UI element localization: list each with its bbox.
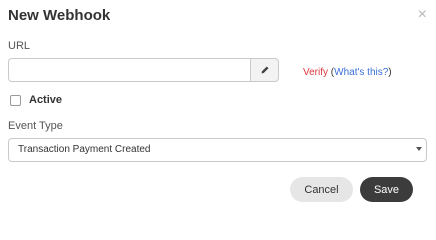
event-type-select[interactable]: Transaction Payment Created <box>8 138 427 162</box>
url-input[interactable] <box>8 58 250 82</box>
close-paren: ) <box>388 67 392 78</box>
whats-this-link[interactable]: What's this? <box>334 67 388 78</box>
active-checkbox[interactable] <box>10 95 21 106</box>
save-button[interactable]: Save <box>360 177 413 202</box>
new-webhook-dialog: New Webhook × URL Verify (What's this?) … <box>0 0 436 216</box>
verify-row: Verify (What's this?) <box>303 67 392 78</box>
active-label[interactable]: Active <box>29 94 62 106</box>
url-label: URL <box>8 40 31 52</box>
pencil-icon <box>261 66 268 74</box>
edit-url-button[interactable] <box>250 58 279 82</box>
event-type-selected-value: Transaction Payment Created <box>18 144 151 155</box>
verify-link[interactable]: Verify <box>303 67 328 78</box>
close-icon[interactable]: × <box>418 5 427 25</box>
chevron-down-icon <box>416 147 422 151</box>
cancel-button[interactable]: Cancel <box>290 177 353 202</box>
event-type-label: Event Type <box>8 120 63 132</box>
dialog-title: New Webhook <box>8 7 111 24</box>
